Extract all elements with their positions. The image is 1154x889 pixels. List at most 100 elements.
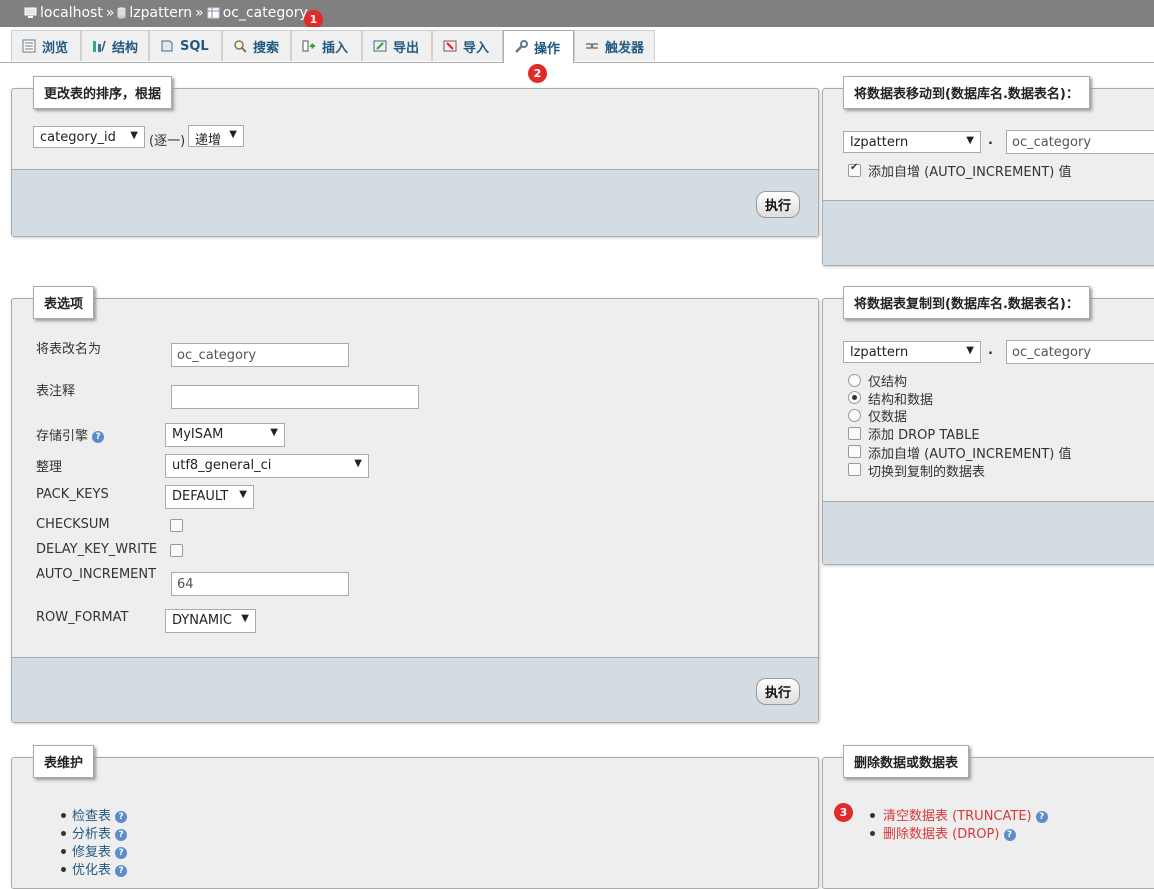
comment-input[interactable] bbox=[171, 385, 419, 409]
order-direction-select[interactable]: 递增 ▼ bbox=[188, 125, 244, 148]
checksum-label: CHECKSUM bbox=[36, 517, 110, 532]
tab-import[interactable]: 导入 bbox=[432, 30, 503, 61]
rename-label: 将表改名为 bbox=[36, 342, 102, 357]
annotation-badge-3: 3 bbox=[834, 803, 853, 822]
delay-key-write-checkbox[interactable] bbox=[170, 544, 183, 557]
tab-operations[interactable]: 操作 bbox=[503, 30, 574, 63]
table-icon bbox=[207, 7, 220, 19]
order-panel: category_id ▼ (逐一) 递增 ▼ 执行 bbox=[11, 88, 819, 237]
copy-check-label: 切换到复制的数据表 bbox=[868, 465, 986, 480]
chevron-down-icon: ▼ bbox=[239, 489, 247, 500]
tab-export[interactable]: 导出 bbox=[362, 30, 432, 61]
help-icon[interactable]: ? bbox=[115, 846, 128, 859]
chevron-down-icon: ▼ bbox=[270, 427, 278, 438]
move-auto-increment-label: 添加自增 (AUTO_INCREMENT) 值 bbox=[868, 165, 1072, 180]
tab-insert[interactable]: 插入 bbox=[291, 30, 362, 61]
annotation-badge-2: 2 bbox=[528, 64, 547, 83]
structure-icon bbox=[93, 40, 106, 52]
copy-table-name-input[interactable]: oc_category bbox=[1006, 340, 1154, 364]
auto-increment-input[interactable]: 64 bbox=[171, 572, 349, 596]
import-icon bbox=[443, 40, 457, 52]
copy-option-label: 仅数据 bbox=[868, 410, 908, 425]
breadcrumb-server[interactable]: localhost bbox=[40, 5, 103, 21]
maintenance-item[interactable]: 优化表 ? bbox=[72, 859, 128, 878]
collation-label: 整理 bbox=[36, 460, 63, 475]
rename-input[interactable]: oc_category bbox=[171, 343, 349, 367]
row-format-label: ROW_FORMAT bbox=[36, 610, 129, 625]
copy-panel: lzpattern ▼ . oc_category 仅结构 结构和数据 仅数据 添… bbox=[822, 298, 1154, 565]
copy-structure-only-radio[interactable] bbox=[848, 374, 861, 387]
drop-link[interactable]: 删除数据表 (DROP) ? bbox=[883, 823, 1016, 842]
move-panel-footer bbox=[823, 200, 1154, 265]
help-icon[interactable]: ? bbox=[92, 430, 105, 443]
checksum-checkbox[interactable] bbox=[170, 519, 183, 532]
breadcrumb-database[interactable]: lzpattern bbox=[129, 5, 192, 21]
delete-legend: 删除数据或数据表 bbox=[843, 745, 970, 778]
pack-keys-select[interactable]: DEFAULT ▼ bbox=[165, 485, 254, 509]
collation-select[interactable]: utf8_general_ci ▼ bbox=[165, 454, 369, 478]
browse-icon bbox=[22, 39, 36, 53]
chevron-down-icon: ▼ bbox=[966, 345, 974, 356]
delay-key-write-label: DELAY_KEY_WRITE bbox=[36, 542, 158, 557]
copy-panel-legend: 将数据表复制到(数据库名.数据表名)： bbox=[843, 286, 1090, 319]
breadcrumb-separator: » bbox=[195, 5, 204, 21]
table-options-go-button[interactable]: 执行 bbox=[755, 678, 800, 705]
copy-dot: . bbox=[988, 343, 993, 358]
triggers-icon bbox=[586, 43, 598, 49]
copy-drop-table-checkbox[interactable] bbox=[848, 427, 861, 440]
truncate-link[interactable]: 清空数据表 (TRUNCATE) ? bbox=[883, 805, 1048, 824]
search-icon bbox=[234, 40, 247, 53]
copy-database-select[interactable]: lzpattern ▼ bbox=[843, 341, 981, 363]
row-format-select[interactable]: DYNAMIC ▼ bbox=[165, 609, 256, 633]
export-icon bbox=[373, 40, 387, 52]
maintenance-item[interactable]: 修复表 ? bbox=[72, 841, 128, 860]
pack-keys-label: PACK_KEYS bbox=[36, 487, 109, 502]
order-column-select[interactable]: category_id ▼ bbox=[33, 126, 145, 148]
order-singly-label: (逐一) bbox=[149, 134, 186, 149]
tab-structure[interactable]: 结构 bbox=[81, 30, 149, 61]
tab-bar: 浏览 结构 SQL 搜索 插入 导出 导入 操作 触发器 bbox=[0, 27, 1154, 63]
table-options-panel: 将表改名为 oc_category 表注释 存储引擎 ? MyISAM ▼ 整理 … bbox=[11, 298, 819, 723]
copy-check-label: 添加 DROP TABLE bbox=[868, 428, 980, 443]
move-table-name-input[interactable]: oc_category bbox=[1006, 130, 1154, 154]
tab-search[interactable]: 搜索 bbox=[222, 30, 291, 61]
wrench-icon bbox=[515, 40, 528, 53]
table-options-footer: 执行 bbox=[12, 657, 818, 722]
copy-check-label: 添加自增 (AUTO_INCREMENT) 值 bbox=[868, 447, 1072, 462]
chevron-down-icon: ▼ bbox=[354, 458, 362, 469]
maintenance-item[interactable]: 检查表 ? bbox=[72, 805, 128, 824]
copy-data-only-radio[interactable] bbox=[848, 409, 861, 422]
breadcrumb: localhost » lzpattern » oc_category bbox=[0, 0, 1154, 27]
table-options-legend: 表选项 bbox=[33, 286, 95, 319]
chevron-down-icon: ▼ bbox=[229, 129, 237, 140]
chevron-down-icon: ▼ bbox=[241, 613, 249, 624]
tab-triggers[interactable]: 触发器 bbox=[574, 30, 655, 61]
move-auto-increment-checkbox[interactable] bbox=[848, 162, 861, 177]
server-icon bbox=[24, 7, 37, 18]
move-dot: . bbox=[988, 133, 993, 148]
copy-switch-checkbox[interactable] bbox=[848, 463, 861, 476]
move-panel: lzpattern▼ . oc_category 添加自增 (AUTO_INCR… bbox=[822, 88, 1154, 266]
comment-label: 表注释 bbox=[36, 384, 76, 399]
breadcrumb-table[interactable]: oc_category bbox=[223, 5, 308, 21]
maintenance-item[interactable]: 分析表 ? bbox=[72, 823, 128, 842]
move-database-select[interactable]: lzpattern ▼ bbox=[843, 131, 981, 153]
engine-select[interactable]: MyISAM ▼ bbox=[165, 423, 285, 447]
help-icon[interactable]: ? bbox=[1003, 828, 1016, 841]
breadcrumb-separator: » bbox=[105, 5, 115, 21]
help-icon[interactable]: ? bbox=[1035, 810, 1048, 823]
order-go-button[interactable]: 执行 bbox=[755, 191, 800, 218]
maintenance-panel: 检查表 ? 分析表 ? 修复表 ? 优化表 ? bbox=[11, 757, 819, 889]
copy-structure-data-radio[interactable] bbox=[848, 391, 861, 404]
help-icon[interactable]: ? bbox=[115, 810, 128, 823]
tab-sql[interactable]: SQL bbox=[149, 30, 222, 61]
auto-increment-label: AUTO_INCREMENT bbox=[36, 567, 157, 582]
copy-auto-increment-checkbox[interactable] bbox=[848, 445, 861, 458]
maintenance-legend: 表维护 bbox=[33, 745, 95, 778]
insert-icon bbox=[302, 40, 315, 52]
order-panel-legend: 更改表的排序，根据 bbox=[33, 76, 173, 109]
order-panel-footer: 执行 bbox=[12, 169, 818, 236]
chevron-down-icon: ▼ bbox=[966, 135, 974, 146]
help-icon[interactable]: ? bbox=[115, 828, 128, 841]
tab-browse[interactable]: 浏览 bbox=[11, 30, 81, 61]
